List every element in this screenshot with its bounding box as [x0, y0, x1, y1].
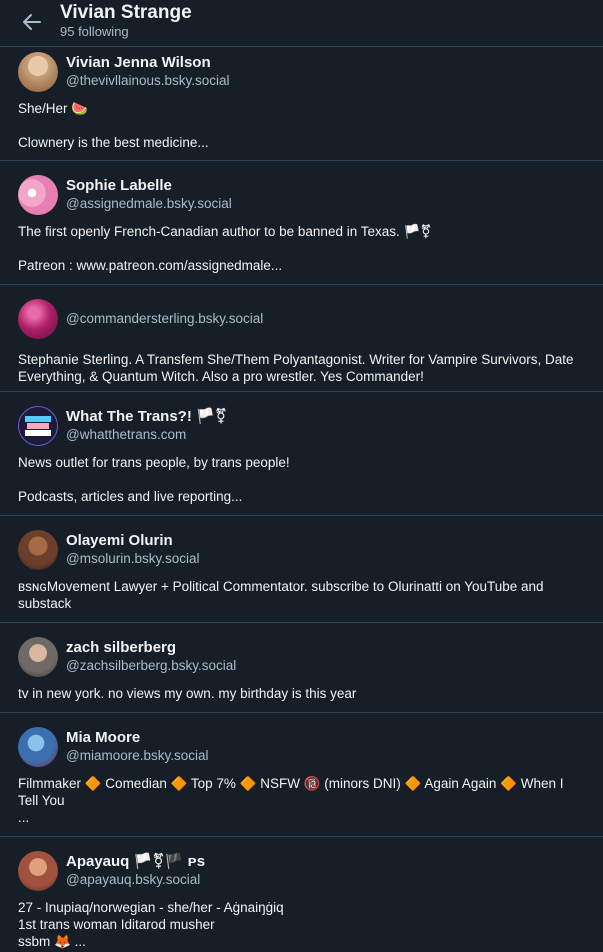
header: Vivian Strange 95 following — [0, 0, 603, 47]
bio: 27 - Inupiaq/norwegian - she/her - Aġnai… — [18, 900, 284, 949]
list-item[interactable]: Apayauq 🏳️⚧🏴 ᴘs @apayauq.bsky.social 27 … — [0, 837, 603, 952]
avatar[interactable] — [18, 52, 58, 92]
display-name[interactable]: zach silberberg — [66, 638, 236, 657]
following-list: Vivian Jenna Wilson @thevivllainous.bsky… — [0, 47, 603, 952]
handle[interactable]: @zachsilberberg.bsky.social — [66, 657, 236, 674]
handle[interactable]: @msolurin.bsky.social — [66, 550, 200, 567]
avatar[interactable] — [18, 851, 58, 891]
handle[interactable]: @commandersterling.bsky.social — [66, 310, 263, 327]
handle[interactable]: @apayauq.bsky.social — [66, 871, 205, 888]
bio: She/Her 🍉 Clownery is the best medicine.… — [18, 101, 209, 150]
back-button[interactable] — [20, 10, 44, 34]
display-name[interactable]: What The Trans?! 🏳️⚧ — [66, 407, 227, 426]
avatar[interactable] — [18, 727, 58, 767]
bio: tv in new york. no views my own. my birt… — [18, 686, 357, 701]
display-name[interactable]: Mia Moore — [66, 728, 209, 747]
display-name[interactable]: Sophie Labelle — [66, 176, 232, 195]
list-item[interactable]: Olayemi Olurin @msolurin.bsky.social ʙsɴ… — [0, 516, 603, 623]
handle[interactable]: @miamoore.bsky.social — [66, 747, 209, 764]
handle[interactable]: @thevivllainous.bsky.social — [66, 72, 230, 89]
list-item[interactable]: Mia Moore @miamoore.bsky.social Filmmake… — [0, 713, 603, 837]
handle[interactable]: @assignedmale.bsky.social — [66, 195, 232, 212]
avatar[interactable] — [18, 406, 58, 446]
avatar[interactable] — [18, 637, 58, 677]
page-title: Vivian Strange — [60, 2, 192, 23]
display-name[interactable]: Olayemi Olurin — [66, 531, 200, 550]
what-the-trans-logo-icon — [25, 416, 51, 436]
handle[interactable]: @whatthetrans.com — [66, 426, 227, 443]
list-item[interactable]: What The Trans?! 🏳️⚧ @whatthetrans.com N… — [0, 392, 603, 516]
arrow-left-icon — [23, 14, 41, 30]
display-name[interactable]: Vivian Jenna Wilson — [66, 53, 230, 72]
list-item[interactable]: @commandersterling.bsky.social Stephanie… — [0, 285, 603, 392]
avatar[interactable] — [18, 299, 58, 339]
list-item[interactable]: zach silberberg @zachsilberberg.bsky.soc… — [0, 623, 603, 713]
list-item[interactable]: Vivian Jenna Wilson @thevivllainous.bsky… — [0, 47, 603, 161]
bio: News outlet for trans people, by trans p… — [18, 455, 290, 504]
bio: The first openly French-Canadian author … — [18, 224, 432, 273]
display-name[interactable]: Apayauq 🏳️⚧🏴 ᴘs — [66, 852, 205, 871]
following-count: 95 following — [60, 24, 129, 39]
list-item[interactable]: Sophie Labelle @assignedmale.bsky.social… — [0, 161, 603, 285]
bio: Filmmaker 🔶 Comedian 🔶 Top 7% 🔶 NSFW 🔞 (… — [18, 776, 564, 825]
bio: ʙsɴɢMovement Lawyer + Political Commenta… — [18, 579, 544, 611]
avatar[interactable] — [18, 175, 58, 215]
avatar[interactable] — [18, 530, 58, 570]
bio: Stephanie Sterling. A Transfem She/Them … — [18, 352, 574, 384]
